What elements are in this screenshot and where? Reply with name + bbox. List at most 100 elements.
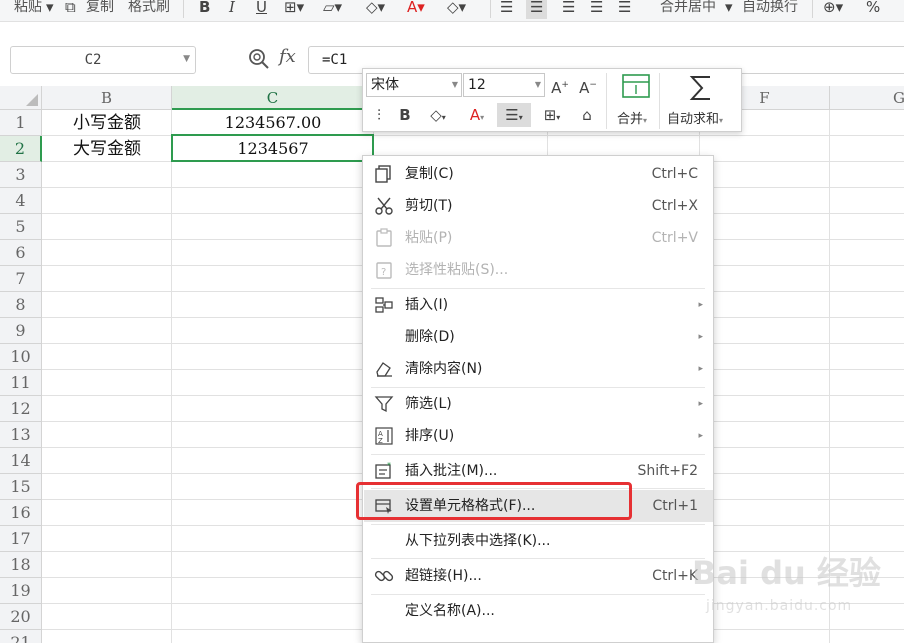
row-header-19[interactable]: 19 bbox=[0, 578, 42, 604]
merge-cells-icon[interactable] bbox=[621, 73, 651, 101]
wrap-text-button[interactable]: 自动换行 bbox=[742, 0, 798, 19]
menu-item-pick-from-list[interactable]: 从下拉列表中选择(K)... bbox=[364, 525, 713, 557]
dropdown-arrow-icon[interactable]: ▾ bbox=[46, 0, 54, 19]
menu-item-label: 定义名称(A)... bbox=[405, 603, 495, 619]
svg-text:*: * bbox=[387, 461, 391, 470]
fill-color-icon[interactable]: ◇▾ bbox=[421, 103, 455, 127]
menu-item-hyperlink[interactable]: 超链接(H)... Ctrl+K bbox=[364, 560, 713, 592]
format-painter-icon[interactable]: ⌂ bbox=[575, 103, 599, 127]
autosum-button[interactable]: 自动求和▾ bbox=[667, 108, 723, 127]
menu-item-copy[interactable]: 复制(C) Ctrl+C bbox=[364, 158, 713, 190]
chevron-down-icon[interactable]: ▼ bbox=[452, 74, 458, 96]
zoom-search-icon[interactable] bbox=[248, 48, 270, 70]
align-right-icon[interactable]: ☰ bbox=[562, 0, 575, 19]
decrease-font-icon[interactable]: A− bbox=[577, 73, 599, 97]
name-box[interactable]: C2 ▼ bbox=[10, 46, 196, 74]
row-header-20[interactable]: 20 bbox=[0, 604, 42, 630]
bold-button[interactable]: B bbox=[199, 0, 210, 19]
bold-button[interactable]: B bbox=[395, 103, 415, 127]
row-header-11[interactable]: 11 bbox=[0, 370, 42, 396]
sigma-icon[interactable] bbox=[688, 73, 714, 103]
dropdown-arrow-icon[interactable]: ▾ bbox=[725, 0, 733, 19]
menu-item-insert[interactable]: 插入(I) ▸ bbox=[364, 289, 713, 321]
distribute-icon[interactable]: ☰ bbox=[618, 0, 631, 19]
mini-format-toolbar: 宋体 ▼ 12 ▼ A+ A− ⫶ B ◇▾ A▾ ☰▾ ⊞▾ ⌂ 合并▾ 自动… bbox=[362, 68, 742, 132]
row-header-4[interactable]: 4 bbox=[0, 188, 42, 214]
row-header-12[interactable]: 12 bbox=[0, 396, 42, 422]
row-header-7[interactable]: 7 bbox=[0, 266, 42, 292]
font-size-select[interactable]: 12 ▼ bbox=[463, 73, 545, 97]
paste-button[interactable]: 粘贴 bbox=[14, 0, 42, 19]
font-size-value: 12 bbox=[468, 77, 486, 93]
fx-icon[interactable]: fx bbox=[279, 46, 296, 67]
align-center-icon[interactable]: ☰▾ bbox=[497, 103, 531, 127]
format-painter-button[interactable]: 格式刷 bbox=[128, 0, 170, 19]
menu-item-filter[interactable]: 筛选(L) ▸ bbox=[364, 388, 713, 420]
column-header-g[interactable]: G bbox=[830, 86, 904, 110]
row-header-9[interactable]: 9 bbox=[0, 318, 42, 344]
row-header-17[interactable]: 17 bbox=[0, 526, 42, 552]
currency-icon[interactable]: ⊕▾ bbox=[823, 0, 843, 19]
row-header-18[interactable]: 18 bbox=[0, 552, 42, 578]
menu-item-clear-contents[interactable]: 清除内容(N) ▸ bbox=[364, 353, 713, 385]
percent-button[interactable]: % bbox=[866, 0, 880, 19]
toolbar-separator bbox=[606, 73, 607, 129]
row-header-8[interactable]: 8 bbox=[0, 292, 42, 318]
column-header-b[interactable]: B bbox=[42, 86, 172, 110]
row-header-14[interactable]: 14 bbox=[0, 448, 42, 474]
ribbon-separator bbox=[812, 0, 813, 18]
menu-item-label: 插入(I) bbox=[405, 297, 449, 313]
fill-bucket-icon[interactable]: ◇▾ bbox=[366, 0, 385, 19]
shortcut-label: Shift+F2 bbox=[637, 463, 698, 479]
eraser-icon[interactable]: ◇▾ bbox=[447, 0, 466, 19]
row-header-10[interactable]: 10 bbox=[0, 344, 42, 370]
increase-font-icon[interactable]: A+ bbox=[549, 73, 571, 97]
menu-item-cut[interactable]: 剪切(T) Ctrl+X bbox=[364, 190, 713, 222]
row-header-2[interactable]: 2 bbox=[0, 136, 42, 162]
align-left-icon[interactable]: ☰ bbox=[500, 0, 513, 19]
align-center-icon[interactable]: ☰ bbox=[526, 0, 548, 19]
justify-icon[interactable]: ☰ bbox=[590, 0, 603, 19]
italic-button[interactable]: I bbox=[229, 0, 235, 19]
shortcut-label: Ctrl+V bbox=[651, 230, 698, 246]
cell-c1[interactable]: 1234567.00 bbox=[172, 110, 374, 136]
font-color-letter: A bbox=[469, 106, 481, 124]
row-header-13[interactable]: 13 bbox=[0, 422, 42, 448]
menu-separator bbox=[371, 558, 705, 559]
font-color-button[interactable]: A▾ bbox=[461, 103, 493, 127]
ribbon-separator bbox=[490, 0, 491, 18]
row-header-6[interactable]: 6 bbox=[0, 240, 42, 266]
menu-item-label: 剪切(T) bbox=[405, 198, 453, 214]
shortcut-label: Ctrl+X bbox=[651, 198, 698, 214]
active-cell-selection[interactable] bbox=[171, 134, 376, 164]
row-header-1[interactable]: 1 bbox=[0, 110, 42, 136]
comment-icon: * bbox=[375, 461, 391, 479]
menu-item-sort[interactable]: AZ 排序(U) ▸ bbox=[364, 420, 713, 452]
cell-b1[interactable]: 小写金额 bbox=[42, 110, 172, 136]
border-icon[interactable]: ⊞▾ bbox=[284, 0, 304, 19]
row-header-15[interactable]: 15 bbox=[0, 474, 42, 500]
cell-b2[interactable]: 大写金额 bbox=[42, 136, 172, 162]
copy-button[interactable]: 复制 bbox=[86, 0, 114, 19]
menu-item-delete[interactable]: 删除(D) ▸ bbox=[364, 321, 713, 353]
row-header-21[interactable]: 21 bbox=[0, 630, 42, 643]
underline-button[interactable]: U bbox=[256, 0, 267, 19]
svg-text:Z: Z bbox=[378, 437, 383, 445]
copy-icon[interactable]: ⧉ bbox=[65, 0, 76, 19]
chevron-down-icon[interactable]: ▼ bbox=[183, 54, 190, 64]
row-header-3[interactable]: 3 bbox=[0, 162, 42, 188]
fill-color-icon[interactable]: ▱▾ bbox=[323, 0, 342, 19]
font-name-select[interactable]: 宋体 ▼ bbox=[366, 73, 462, 97]
menu-item-define-name[interactable]: 定义名称(A)... bbox=[364, 595, 713, 627]
font-color-icon[interactable]: A▾ bbox=[407, 0, 425, 19]
merge-button[interactable]: 合并▾ bbox=[617, 108, 647, 127]
row-header-5[interactable]: 5 bbox=[0, 214, 42, 240]
select-all-corner[interactable] bbox=[0, 86, 42, 110]
column-header-c[interactable]: C bbox=[172, 86, 374, 110]
wrap-indent-icon[interactable]: ⫶ bbox=[367, 103, 391, 127]
chevron-down-icon[interactable]: ▼ bbox=[535, 74, 541, 96]
row-header-16[interactable]: 16 bbox=[0, 500, 42, 526]
submenu-arrow-icon: ▸ bbox=[698, 364, 703, 374]
border-icon[interactable]: ⊞▾ bbox=[535, 103, 569, 127]
merge-center-button[interactable]: 合并居中 bbox=[660, 0, 716, 19]
